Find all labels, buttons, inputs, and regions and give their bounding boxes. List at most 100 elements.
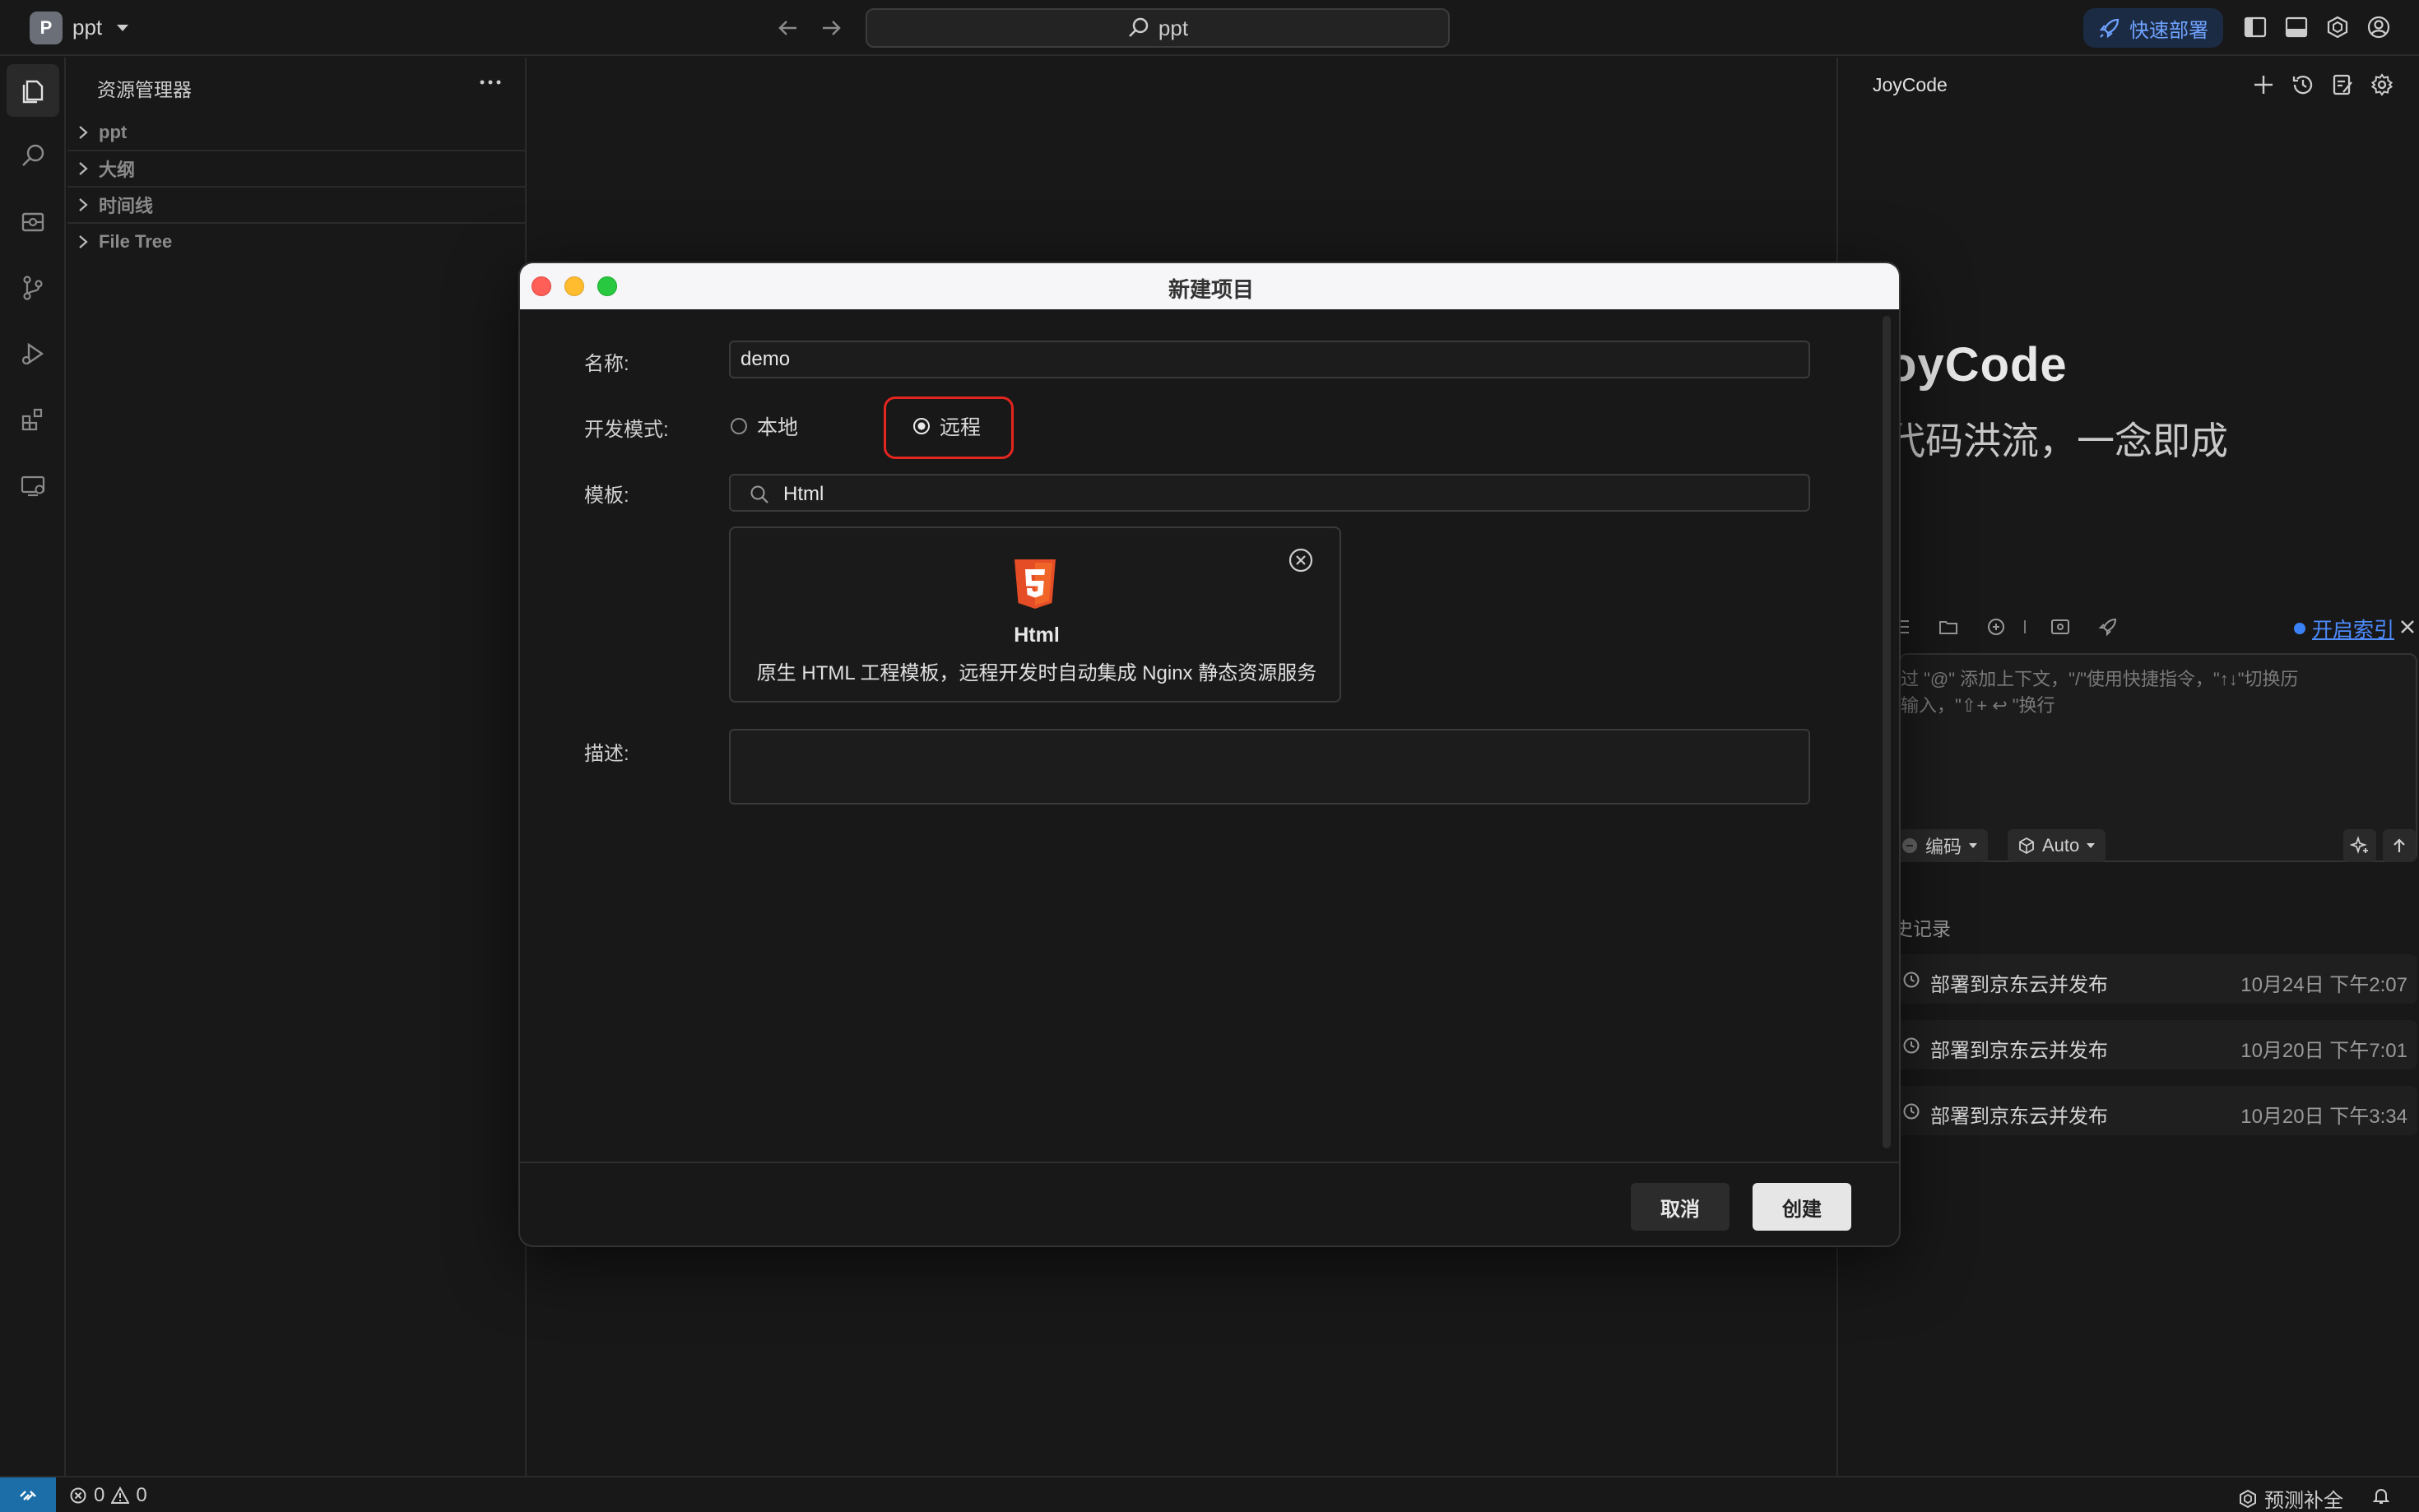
- remote-explorer-icon[interactable]: [7, 459, 59, 512]
- clock-icon: [1903, 1103, 1920, 1120]
- radio-local[interactable]: 本地: [731, 411, 798, 441]
- chevron-right-icon: [79, 198, 88, 211]
- radio-circle[interactable]: [731, 418, 747, 434]
- source-panel-icon[interactable]: [7, 196, 59, 248]
- add-context-icon[interactable]: [1986, 617, 2006, 637]
- command-center-text: ppt: [1158, 15, 1189, 40]
- section-label: 大纲: [99, 160, 136, 180]
- arrow-left-icon[interactable]: [775, 15, 801, 41]
- project-badge[interactable]: P: [30, 12, 63, 44]
- model-selector[interactable]: Auto: [2008, 829, 2106, 862]
- rocket-icon[interactable]: [2098, 617, 2118, 637]
- title-bar: P ppt ppt 快速部署: [0, 0, 2419, 56]
- explorer-sidebar: 资源管理器 ppt 大纲 时间线 File Tree: [67, 58, 527, 1476]
- chat-input-placeholder: 过 "@" 添加上下文，"/"使用快捷指令，"↑↓"切换历 输入，"⇧+ ↩ "…: [1901, 666, 2388, 719]
- history-item-text: 部署到京东云并发布: [1930, 1106, 2108, 1128]
- name-input[interactable]: [729, 341, 1810, 378]
- annotation-highlight-box: [884, 397, 1014, 459]
- caret-down-icon: [1969, 843, 1978, 848]
- toggle-panel-icon[interactable]: [2284, 15, 2309, 39]
- cancel-button[interactable]: 取消: [1631, 1183, 1730, 1231]
- dev-mode-label: 开发模式:: [584, 419, 669, 441]
- mode-selector[interactable]: 编码: [1897, 829, 1989, 862]
- prediction-completion-label: 预测补全: [2264, 1490, 2343, 1512]
- template-search-input[interactable]: Html: [729, 474, 1810, 512]
- error-icon: [70, 1487, 86, 1504]
- description-label: 描述:: [584, 743, 629, 765]
- index-status-dot: [2294, 623, 2305, 634]
- dialog-footer: 取消 创建: [520, 1162, 1899, 1245]
- prediction-completion-toggle[interactable]: 预测补全: [2238, 1484, 2343, 1512]
- dialog-title: 新建项目: [1168, 277, 1254, 302]
- problems-indicator[interactable]: 0 0: [69, 1484, 147, 1507]
- extensions-icon[interactable]: [7, 393, 59, 446]
- history-item-text: 部署到京东云并发布: [1930, 1040, 2108, 1062]
- quick-deploy-button[interactable]: 快速部署: [2083, 8, 2223, 48]
- template-card-html[interactable]: Html 原生 HTML 工程模板，远程开发时自动集成 Nginx 静态资源服务: [729, 526, 1341, 703]
- divider-icon: [2024, 620, 2026, 633]
- enable-index-link[interactable]: 开启索引: [2312, 614, 2394, 643]
- chevron-right-icon: [79, 235, 88, 248]
- send-button[interactable]: [2383, 829, 2416, 862]
- image-icon[interactable]: [2050, 617, 2070, 637]
- section-outline[interactable]: 大纲: [67, 151, 527, 188]
- quick-deploy-label: 快速部署: [2129, 19, 2208, 42]
- edit-notes-icon[interactable]: [2330, 72, 2355, 97]
- explorer-title: 资源管理器: [97, 79, 192, 100]
- bell-icon[interactable]: [2371, 1486, 2391, 1505]
- history-icon[interactable]: [2291, 72, 2315, 97]
- history-item[interactable]: 部署到京东云并发布 10月24日 下午2:07: [1894, 954, 2417, 1004]
- chevron-down-icon[interactable]: [115, 23, 130, 33]
- dialog-scrollbar[interactable]: [1883, 316, 1891, 1148]
- create-button[interactable]: 创建: [1753, 1183, 1851, 1231]
- run-debug-icon[interactable]: [7, 327, 59, 380]
- placeholder-line: 过 "@" 添加上下文，"/"使用快捷指令，"↑↓"切换历: [1901, 669, 2299, 689]
- remote-indicator-button[interactable]: [0, 1477, 56, 1512]
- remote-connection-icon: [20, 1491, 36, 1500]
- joycode-logo-icon[interactable]: [2325, 15, 2350, 39]
- toggle-sidebar-icon[interactable]: [2243, 15, 2268, 39]
- more-actions-icon[interactable]: [479, 77, 502, 87]
- search-icon[interactable]: [7, 130, 59, 183]
- activity-bar: [0, 58, 66, 1476]
- enhance-prompt-button[interactable]: [2343, 829, 2376, 862]
- folder-icon[interactable]: [1938, 617, 1958, 637]
- plus-icon[interactable]: [2251, 72, 2276, 97]
- command-center-search[interactable]: ppt: [866, 8, 1450, 48]
- status-bar: 0 0 预测补全: [0, 1476, 2419, 1512]
- section-label: File Tree: [99, 231, 173, 252]
- settings-gear-icon[interactable]: [2370, 72, 2394, 97]
- history-item-time: 10月20日 下午3:34: [2240, 1106, 2407, 1128]
- history-item[interactable]: 部署到京东云并发布 10月20日 下午3:34: [1894, 1086, 2417, 1135]
- history-section-label: 史记录: [1894, 918, 1951, 939]
- template-label: 模板:: [584, 485, 629, 507]
- search-icon: [1129, 17, 1149, 37]
- joycode-slogan: 代码洪流，一念即成: [1887, 420, 2228, 462]
- chat-input-box[interactable]: 过 "@" 添加上下文，"/"使用快捷指令，"↑↓"切换历 输入，"⇧+ ↩ "…: [1897, 653, 2417, 862]
- section-timeline[interactable]: 时间线: [67, 188, 527, 224]
- template-name: Html: [1014, 624, 1060, 647]
- chevron-right-icon: [79, 126, 88, 139]
- name-label: 名称:: [584, 353, 629, 375]
- model-cube-icon: [2019, 837, 2034, 855]
- close-icon[interactable]: [2398, 617, 2417, 637]
- section-file-tree[interactable]: File Tree: [67, 224, 527, 260]
- explorer-icon[interactable]: [7, 64, 59, 117]
- account-icon[interactable]: [2366, 15, 2391, 39]
- arrow-right-icon[interactable]: [818, 15, 844, 41]
- section-label: 时间线: [99, 196, 154, 216]
- remove-template-icon[interactable]: [1287, 546, 1315, 574]
- history-item-text: 部署到京东云并发布: [1930, 974, 2108, 996]
- chat-mode-icon: [1902, 838, 1917, 853]
- new-project-dialog: 新建项目 名称: 开发模式: 本地 远程 模板: Html Html 原生 HT…: [518, 262, 1901, 1247]
- source-control-icon[interactable]: [7, 262, 59, 314]
- description-textarea[interactable]: [729, 729, 1810, 805]
- section-ppt[interactable]: ppt: [67, 115, 527, 151]
- model-label: Auto: [2042, 835, 2080, 856]
- project-name[interactable]: ppt: [72, 15, 102, 40]
- warning-count: 0: [136, 1484, 147, 1506]
- caret-down-icon: [2087, 843, 2096, 848]
- history-item[interactable]: 部署到京东云并发布 10月20日 下午7:01: [1894, 1020, 2417, 1069]
- error-count: 0: [94, 1484, 105, 1506]
- history-item-time: 10月20日 下午7:01: [2240, 1040, 2407, 1062]
